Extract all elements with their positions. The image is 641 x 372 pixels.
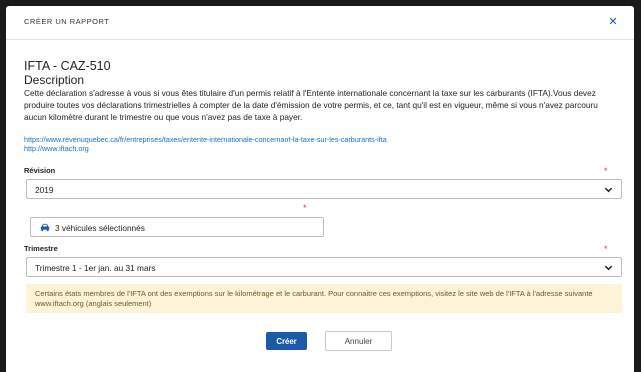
revision-select[interactable]: 2019 (26, 179, 622, 199)
chevron-down-icon (604, 265, 613, 271)
required-asterisk: * (604, 166, 608, 176)
create-button[interactable]: Créer (266, 332, 307, 350)
chevron-down-icon (604, 187, 613, 193)
ifta-exemption-notice: Certains états membres de l'IFTA ont des… (26, 284, 622, 313)
car-icon (40, 223, 50, 232)
quarter-value: Trimestre 1 - 1er jan. au 31 mars (35, 263, 156, 273)
revision-label: Révision (24, 166, 56, 175)
quarter-label: Trimestre (24, 244, 58, 253)
vehicles-selector[interactable]: 3 véhicules sélectionnés (30, 217, 324, 237)
close-icon[interactable]: ✕ (606, 15, 620, 29)
required-asterisk: * (303, 203, 307, 213)
dialog-title: CRÉER UN RAPPORT (24, 17, 110, 26)
quarter-select[interactable]: Trimestre 1 - 1er jan. au 31 mars (26, 257, 622, 277)
description-text: Cette déclaration s'adresse à vous si vo… (24, 88, 598, 122)
dialog-header: CRÉER UN RAPPORT ✕ (6, 6, 634, 40)
revenuquebec-link[interactable]: https://www.revenuquebec.ca/fr/entrepris… (24, 135, 387, 144)
report-title: IFTA - CAZ-510 (24, 59, 111, 73)
create-report-dialog: CRÉER UN RAPPORT ✕ IFTA - CAZ-510 Descri… (6, 6, 634, 372)
vehicles-value: 3 véhicules sélectionnés (55, 223, 145, 233)
description-heading: Description (24, 73, 85, 87)
cancel-button[interactable]: Annuler (325, 331, 392, 351)
revision-value: 2019 (35, 185, 54, 195)
iftach-link[interactable]: http://www.iftach.org (24, 144, 89, 153)
required-asterisk: * (604, 244, 608, 254)
